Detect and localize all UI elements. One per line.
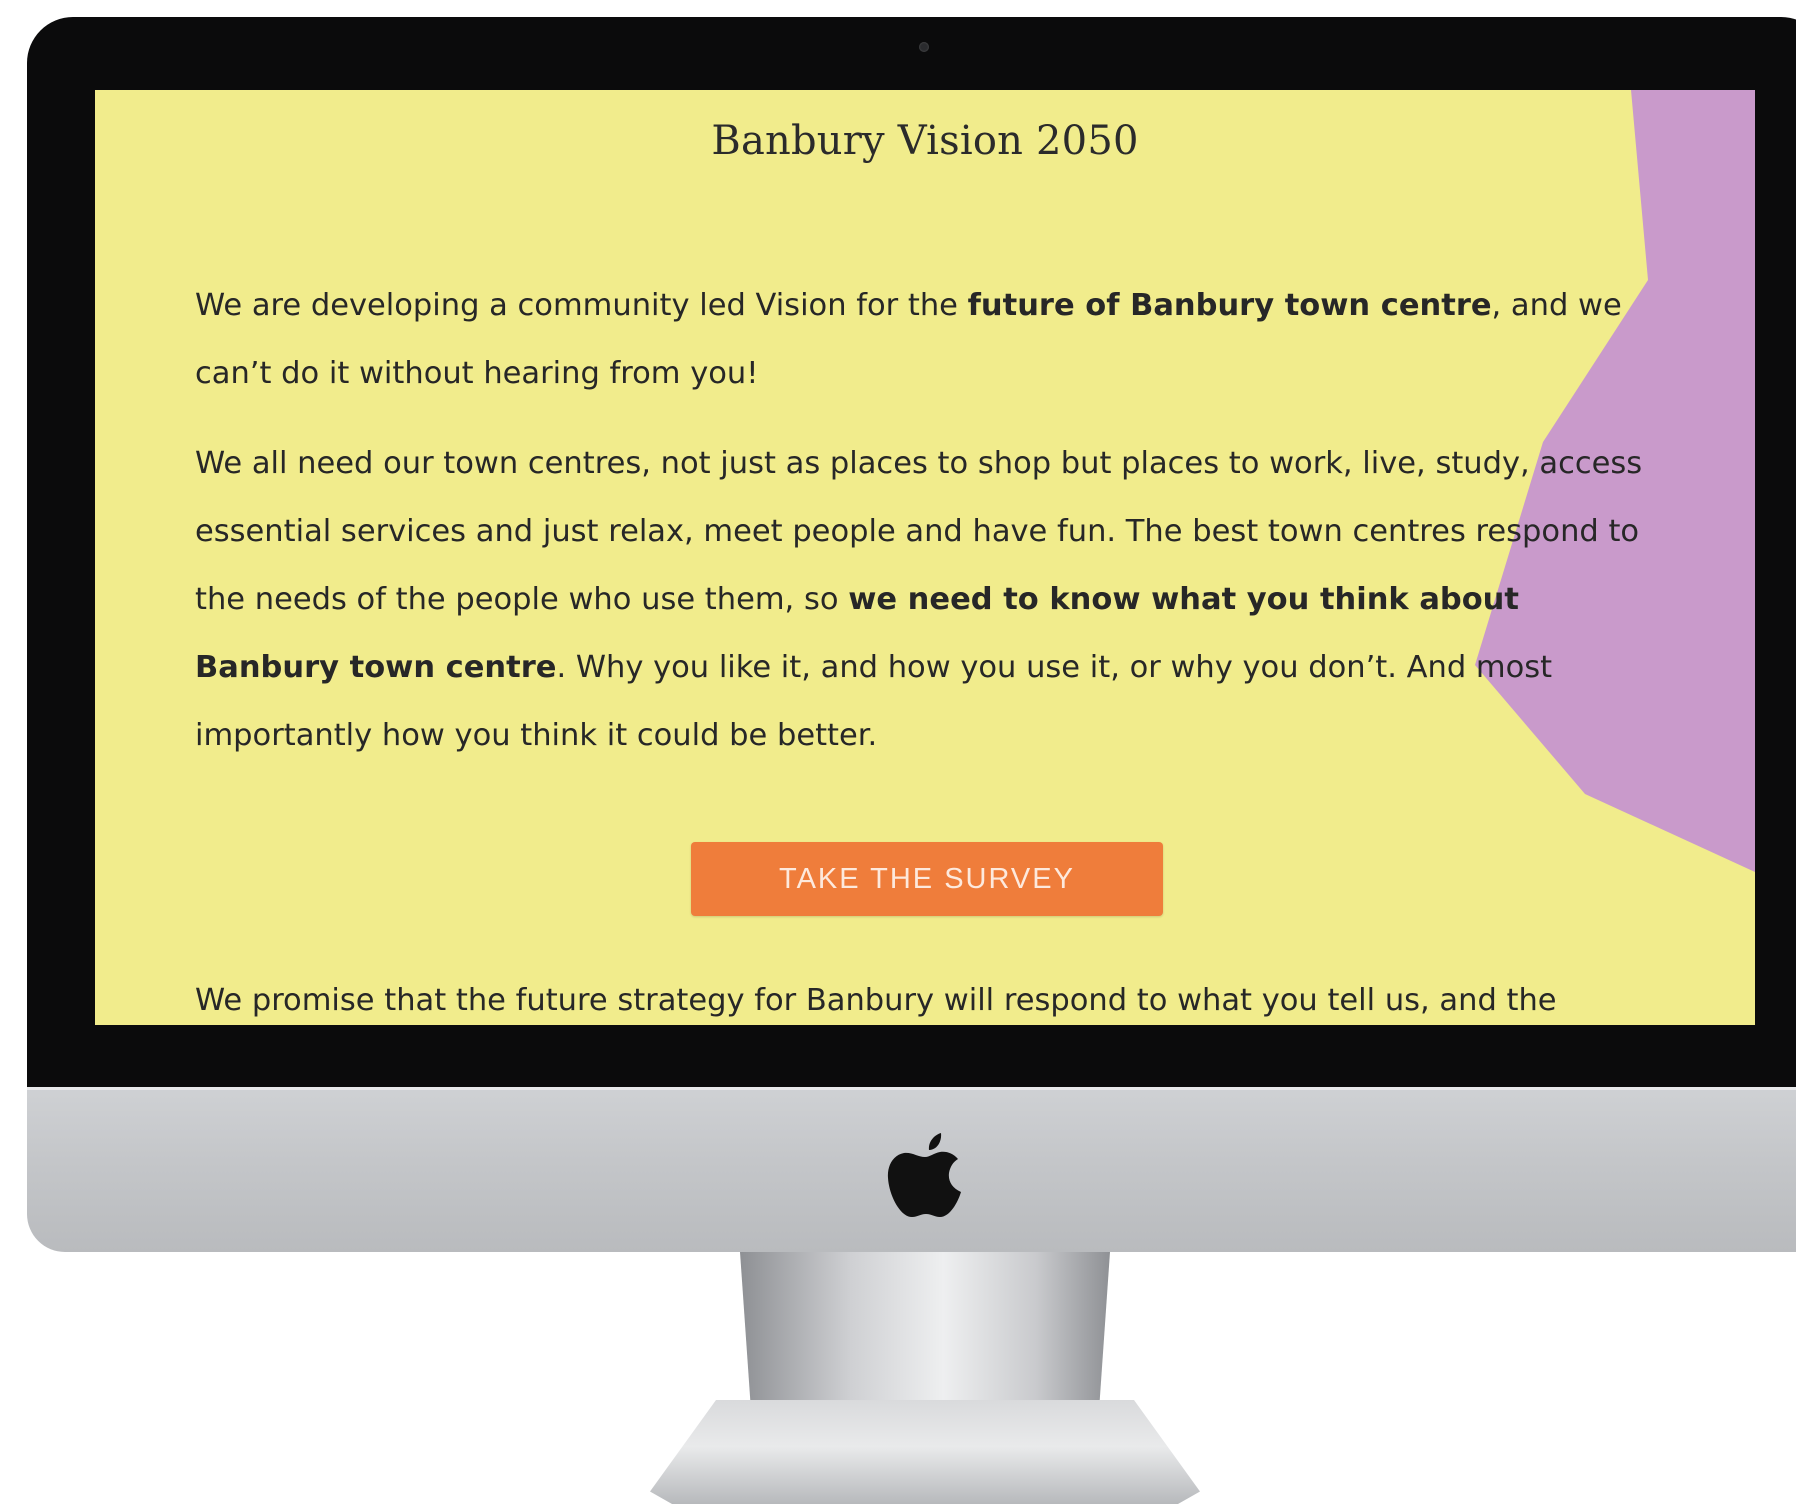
imac-mockup: Banbury Vision 2050 We are developing a … [0,0,1796,1504]
monitor-stand-neck [740,1252,1110,1412]
intro-content: We are developing a community led Vision… [195,272,1665,792]
intro-paragraph: We are developing a community led Vision… [195,288,1622,391]
monitor-stand-foot [650,1400,1200,1504]
apple-logo-icon [887,1133,961,1217]
take-survey-button[interactable]: TAKE THE SURVEY [691,842,1163,916]
page-title: Banbury Vision 2050 [711,118,1139,164]
body-paragraph: We all need our town centres, not just a… [195,446,1643,753]
promise-paragraph: We promise that the future strategy for … [195,983,1557,1018]
emphasis-future-banbury: future of Banbury town centre [967,288,1492,323]
camera-icon [919,42,929,52]
website-screen: Banbury Vision 2050 We are developing a … [95,90,1755,1025]
chin-divider [27,1087,1796,1090]
